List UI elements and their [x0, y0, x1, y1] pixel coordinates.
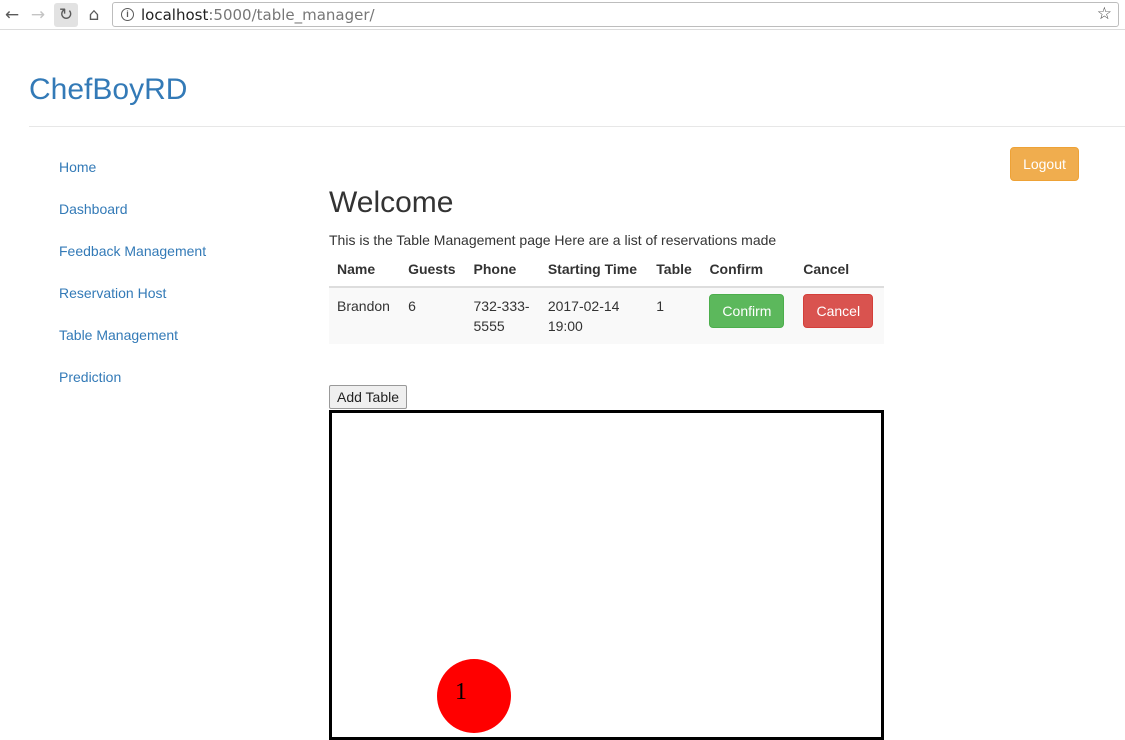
time-line-1: 2017-02-14 [547, 298, 620, 314]
home-icon[interactable]: ⌂ [82, 3, 106, 27]
phone-line-2: 5555 [473, 318, 505, 334]
cell-confirm: Confirm [701, 286, 796, 344]
url-text: localhost:5000/table_manager/ [141, 6, 375, 24]
logout-button[interactable]: Logout [1010, 147, 1079, 181]
column-header-name: Name [329, 252, 401, 288]
cancel-button[interactable]: Cancel [803, 294, 874, 328]
info-icon[interactable]: i [121, 8, 134, 21]
sidebar-item-table-management[interactable]: Table Management [59, 325, 206, 367]
floor-table[interactable]: 1 [437, 659, 511, 733]
address-bar[interactable]: i localhost:5000/table_manager/ ☆ [112, 2, 1119, 27]
column-header-table: Table [648, 252, 702, 288]
phone-line-1: 732-333- [473, 298, 530, 314]
column-header-confirm: Confirm [701, 252, 796, 288]
page-intro: This is the Table Management page Here a… [329, 232, 777, 248]
column-header-starting-time: Starting Time [539, 252, 649, 288]
reservations-table: Name Guests Phone Starting Time Table Co… [329, 252, 884, 344]
cell-starting-time: 2017-02-14 19:00 [539, 286, 649, 344]
sidebar-item-prediction[interactable]: Prediction [59, 367, 206, 409]
time-line-2: 19:00 [547, 318, 583, 334]
column-header-phone: Phone [465, 252, 540, 288]
sidebar-item-dashboard[interactable]: Dashboard [59, 199, 206, 241]
url-host: localhost [141, 6, 209, 24]
floor-table-number: 1 [455, 679, 467, 705]
url-path: :5000/table_manager/ [208, 6, 375, 24]
page-title: Welcome [329, 186, 454, 219]
cell-phone: 732-333- 5555 [465, 286, 540, 344]
table-row: Brandon 6 732-333- 5555 2017-02-14 19:00 1… [329, 286, 884, 344]
add-table-button[interactable]: Add Table [329, 385, 408, 409]
cell-cancel: Cancel [795, 286, 884, 344]
back-arrow-icon[interactable]: ← [0, 3, 24, 27]
browser-toolbar: ← → ↻ ⌂ i localhost:5000/table_manager/ … [0, 0, 1125, 30]
forward-arrow-icon[interactable]: → [26, 3, 50, 27]
sidebar-item-reservation-host[interactable]: Reservation Host [59, 283, 206, 325]
cell-table: 1 [648, 286, 702, 344]
floor-plan-canvas[interactable]: 1 [329, 410, 884, 740]
column-header-cancel: Cancel [795, 252, 884, 288]
column-header-guests: Guests [400, 252, 466, 288]
cell-name: Brandon [329, 286, 401, 344]
confirm-button[interactable]: Confirm [709, 294, 785, 328]
header-divider [29, 126, 1125, 127]
cell-guests: 6 [400, 286, 466, 344]
brand-title[interactable]: ChefBoyRD [29, 73, 187, 107]
sidebar-nav: Home Dashboard Feedback Management Reser… [59, 157, 206, 409]
sidebar-item-feedback-management[interactable]: Feedback Management [59, 241, 206, 283]
bookmark-star-icon[interactable]: ☆ [1097, 4, 1112, 24]
table-header-row: Name Guests Phone Starting Time Table Co… [329, 252, 884, 288]
sidebar-item-home[interactable]: Home [59, 157, 206, 199]
reload-icon[interactable]: ↻ [54, 3, 78, 27]
